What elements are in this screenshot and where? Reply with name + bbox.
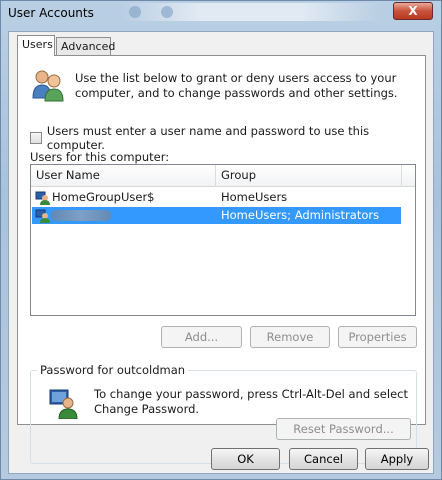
list-header: User Name Group xyxy=(31,165,415,187)
user-name: HomeGroupUser$ xyxy=(52,190,155,204)
cancel-button[interactable]: Cancel xyxy=(289,448,358,470)
password-instructions: To change your password, press Ctrl-Alt-… xyxy=(94,387,408,416)
tab-advanced[interactable]: Advanced xyxy=(56,37,115,55)
window-title: User Accounts xyxy=(8,6,94,20)
background-blob xyxy=(129,6,141,18)
user-group: HomeUsers xyxy=(221,190,288,204)
users-tab-panel: Use the list below to grant or deny user… xyxy=(17,55,426,464)
title-bar[interactable]: User Accounts X xyxy=(1,1,441,25)
tab-users[interactable]: Users xyxy=(17,35,55,56)
require-login-checkbox[interactable] xyxy=(30,132,42,144)
user-accounts-window: User Accounts X Users Advanced Use the l… xyxy=(0,0,442,480)
obscured-user-name xyxy=(51,210,111,221)
user-group: HomeUsers; Administrators xyxy=(221,208,380,222)
properties-button[interactable]: Properties xyxy=(338,326,417,348)
background-window-blur xyxy=(121,3,381,21)
reset-password-button[interactable]: Reset Password... xyxy=(276,418,411,440)
password-section-title: Password for outcoldman xyxy=(37,363,189,377)
users-list-label: Users for this computer: xyxy=(30,150,170,164)
user-password-icon xyxy=(49,389,78,419)
users-icon xyxy=(32,70,64,102)
require-login-label: Users must enter a user name and passwor… xyxy=(46,124,370,152)
require-login-row[interactable]: Users must enter a user name and passwor… xyxy=(30,124,425,152)
add-user-button[interactable]: Add... xyxy=(161,326,242,348)
user-icon xyxy=(35,191,50,205)
column-header-group[interactable]: Group xyxy=(216,165,402,187)
dialog-client-area: Users Advanced Use the list below to gra… xyxy=(8,31,434,474)
user-row[interactable]: HomeGroupUser$ HomeUsers xyxy=(32,189,401,206)
user-row-selected[interactable]: HomeUsers; Administrators xyxy=(32,207,401,224)
close-button[interactable]: X xyxy=(393,2,433,20)
intro-text: Use the list below to grant or deny user… xyxy=(75,71,398,100)
users-listview[interactable]: User Name Group HomeGroupUser$ HomeUsers xyxy=(30,164,416,316)
ok-button[interactable]: OK xyxy=(211,448,280,470)
user-icon xyxy=(35,209,50,223)
background-blob xyxy=(161,6,173,18)
column-header-user-name[interactable]: User Name xyxy=(31,165,216,187)
apply-button[interactable]: Apply xyxy=(365,448,429,470)
remove-user-button[interactable]: Remove xyxy=(250,326,330,348)
